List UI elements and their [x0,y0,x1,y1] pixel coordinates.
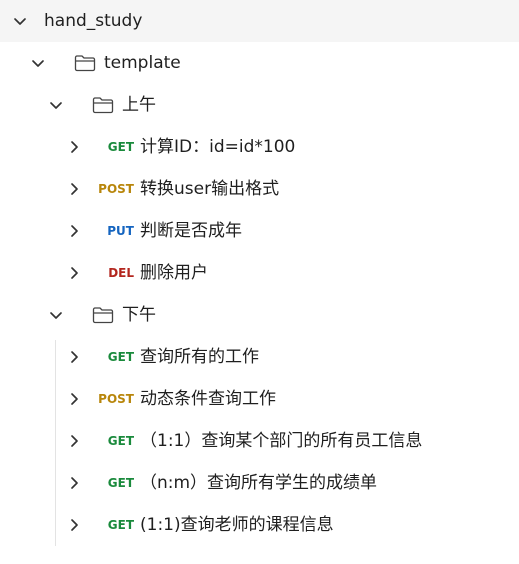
request-name: 计算ID：id=id*100 [140,137,296,157]
method-badge: POST [98,392,134,406]
collection-name: hand_study [44,11,143,31]
chevron-down-icon[interactable] [10,11,30,31]
request-item[interactable]: POST 转换user输出格式 [0,168,519,210]
request-name: 判断是否成年 [140,221,242,241]
method-badge: GET [107,518,134,532]
tree-item-group-afternoon[interactable]: 下午 [0,294,519,336]
method-badge: DEL [108,266,134,280]
folder-icon [92,95,114,115]
tree-item-template[interactable]: template [0,42,519,84]
request-item[interactable]: DEL 删除用户 [0,252,519,294]
chevron-right-icon[interactable] [64,347,84,367]
chevron-right-icon[interactable] [64,179,84,199]
request-item[interactable]: GET （n:m）查询所有学生的成绩单 [0,462,519,504]
chevron-right-icon[interactable] [64,137,84,157]
request-item[interactable]: GET 查询所有的工作 [0,336,519,378]
request-item[interactable]: POST 动态条件查询工作 [0,378,519,420]
request-name: 查询所有的工作 [140,347,259,367]
method-badge: GET [107,434,134,448]
chevron-right-icon[interactable] [64,473,84,493]
method-badge: GET [107,350,134,364]
request-item[interactable]: GET （1:1）查询某个部门的所有员工信息 [0,420,519,462]
chevron-right-icon[interactable] [64,221,84,241]
group-name: 下午 [122,305,156,325]
chevron-right-icon[interactable] [64,263,84,283]
collection-tree: hand_study template 上午 GET 计算ID：id=id*10… [0,0,519,564]
method-badge: PUT [107,224,134,238]
tree-item-group-morning[interactable]: 上午 [0,84,519,126]
request-item[interactable]: GET 计算ID：id=id*100 [0,126,519,168]
request-name: 删除用户 [140,263,208,283]
tree-item-hand-study[interactable]: hand_study [0,0,519,42]
request-name: (1:1)查询老师的课程信息 [140,515,334,535]
chevron-down-icon[interactable] [46,305,66,325]
request-name: （n:m）查询所有学生的成绩单 [140,473,378,493]
method-badge: GET [107,476,134,490]
chevron-down-icon[interactable] [46,95,66,115]
request-item[interactable]: GET (1:1)查询老师的课程信息 [0,504,519,546]
folder-name: template [104,53,181,73]
request-item[interactable]: PUT 判断是否成年 [0,210,519,252]
request-name: （1:1）查询某个部门的所有员工信息 [140,431,423,451]
chevron-right-icon[interactable] [64,515,84,535]
method-badge: GET [107,140,134,154]
group-name: 上午 [122,95,156,115]
chevron-right-icon[interactable] [64,431,84,451]
method-badge: POST [98,182,134,196]
folder-icon [74,53,96,73]
chevron-down-icon[interactable] [28,53,48,73]
chevron-right-icon[interactable] [64,389,84,409]
request-name: 转换user输出格式 [140,179,280,199]
request-name: 动态条件查询工作 [140,389,276,409]
folder-icon [92,305,114,325]
